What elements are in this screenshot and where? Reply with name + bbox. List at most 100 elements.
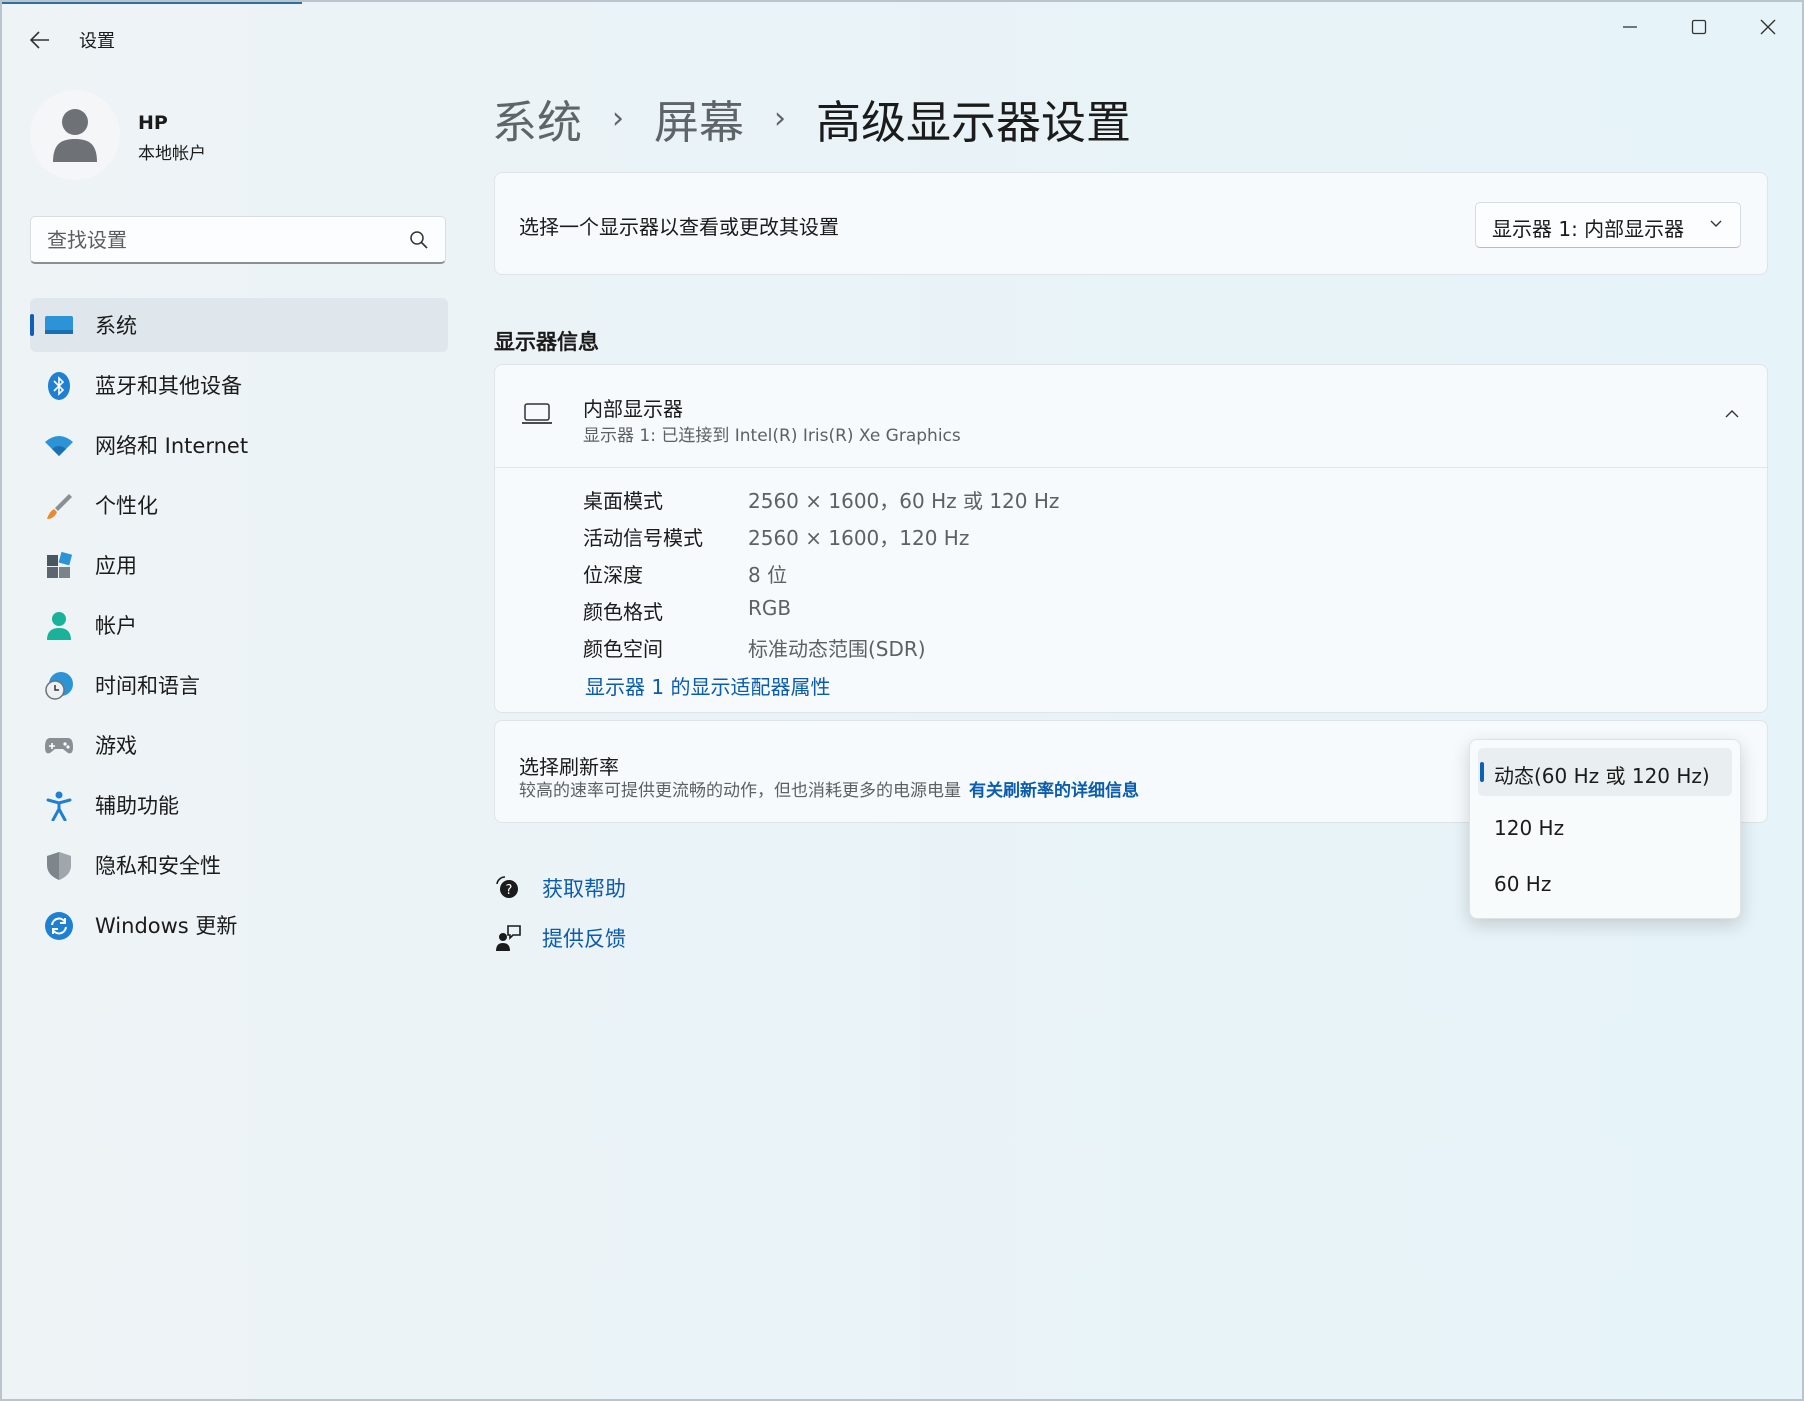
property-value: RGB <box>748 596 792 620</box>
display-select-card: 选择一个显示器以查看或更改其设置 显示器 1: 内部显示器 <box>494 172 1768 275</box>
breadcrumb: 系统 › 屏幕 › 高级显示器设置 <box>492 86 1131 151</box>
user-name: HP <box>138 112 168 134</box>
property-value: 2560 × 1600，60 Hz 或 120 Hz <box>748 489 1060 513</box>
avatar[interactable] <box>30 90 120 180</box>
search-icon[interactable] <box>409 230 429 250</box>
back-button[interactable] <box>22 22 58 58</box>
feedback-link[interactable]: 提供反馈 <box>492 920 626 956</box>
sidebar-item-system[interactable]: 系统 <box>30 298 448 352</box>
gamepad-icon <box>44 731 74 761</box>
settings-window: 设置 HP 本地帐户 系统 <box>0 0 1804 1401</box>
property-key: 颜色格式 <box>583 600 663 624</box>
sidebar-item-gaming[interactable]: 游戏 <box>30 718 448 772</box>
get-help-link[interactable]: ? 获取帮助 <box>492 870 626 906</box>
display-dropdown-value: 显示器 1: 内部显示器 <box>1492 217 1685 241</box>
display-properties: 桌面模式 2560 × 1600，60 Hz 或 120 Hz 活动信号模式 2… <box>583 485 1283 670</box>
refresh-option-60hz[interactable]: 60 Hz <box>1478 860 1732 908</box>
account-type: 本地帐户 <box>138 144 206 164</box>
apps-icon <box>44 551 74 581</box>
sidebar-item-label: 个性化 <box>95 494 158 518</box>
sidebar-nav: 系统 蓝牙和其他设备 网络和 Internet 个性化 应用 帐户 时间和语言 … <box>30 298 448 958</box>
account-icon <box>44 611 74 641</box>
back-arrow-icon <box>30 31 49 49</box>
sidebar-item-personalization[interactable]: 个性化 <box>30 478 448 532</box>
property-row: 桌面模式 2560 × 1600，60 Hz 或 120 Hz <box>583 485 1283 522</box>
option-label: 60 Hz <box>1494 872 1552 896</box>
maximize-button[interactable] <box>1669 10 1729 44</box>
monitor-icon <box>44 311 74 341</box>
sidebar-item-label: 系统 <box>95 314 137 338</box>
sidebar-item-apps[interactable]: 应用 <box>30 538 448 592</box>
refresh-rate-desc-text: 较高的速率可提供更流畅的动作，但也消耗更多的电源电量 <box>519 781 961 801</box>
refresh-rate-menu: 动态(60 Hz 或 120 Hz) 120 Hz 60 Hz <box>1469 739 1741 919</box>
sidebar-item-label: 游戏 <box>95 734 137 758</box>
property-row: 活动信号模式 2560 × 1600，120 Hz <box>583 522 1283 559</box>
accessibility-icon <box>44 791 74 821</box>
sidebar-item-label: 网络和 Internet <box>95 434 249 458</box>
display-info-card: 内部显示器 显示器 1: 已连接到 Intel(R) Iris(R) Xe Gr… <box>494 364 1768 713</box>
paintbrush-icon <box>44 491 74 521</box>
minimize-button[interactable] <box>1600 10 1660 44</box>
laptop-icon <box>522 403 552 424</box>
search-input[interactable] <box>45 227 389 253</box>
property-value: 标准动态范围(SDR) <box>748 637 926 661</box>
property-value: 8 位 <box>748 563 788 587</box>
svg-text:?: ? <box>506 883 513 898</box>
chevron-right-icon: › <box>612 101 625 136</box>
display-info-header[interactable]: 内部显示器 显示器 1: 已连接到 Intel(R) Iris(R) Xe Gr… <box>495 365 1767 468</box>
close-icon <box>1760 19 1776 35</box>
sidebar-item-time-language[interactable]: 时间和语言 <box>30 658 448 712</box>
display-dropdown[interactable]: 显示器 1: 内部显示器 <box>1475 202 1741 248</box>
sidebar-item-windows-update[interactable]: Windows 更新 <box>30 898 448 952</box>
sidebar-item-label: 辅助功能 <box>95 794 179 818</box>
chevron-down-icon <box>1710 220 1722 227</box>
property-row: 颜色空间 标准动态范围(SDR) <box>583 633 1283 670</box>
property-row: 颜色格式 RGB <box>583 596 1283 633</box>
sidebar-item-accounts[interactable]: 帐户 <box>30 598 448 652</box>
sidebar-item-label: 应用 <box>95 554 137 578</box>
display-select-label: 选择一个显示器以查看或更改其设置 <box>519 215 839 239</box>
option-label: 动态(60 Hz 或 120 Hz) <box>1494 764 1710 788</box>
time-language-icon <box>44 671 74 701</box>
update-icon <box>44 911 74 941</box>
sidebar-item-network[interactable]: 网络和 Internet <box>30 418 448 472</box>
property-key: 颜色空间 <box>583 637 663 661</box>
sidebar-item-accessibility[interactable]: 辅助功能 <box>30 778 448 832</box>
property-key: 活动信号模式 <box>583 526 703 550</box>
close-button[interactable] <box>1738 10 1798 44</box>
title-accent-line <box>2 2 302 4</box>
page-title: 高级显示器设置 <box>816 96 1132 149</box>
search-box[interactable] <box>30 216 446 264</box>
property-row: 位深度 8 位 <box>583 559 1283 596</box>
sidebar-item-label: Windows 更新 <box>95 914 238 938</box>
app-title: 设置 <box>79 31 115 52</box>
maximize-icon <box>1691 19 1707 35</box>
feedback-label: 提供反馈 <box>542 927 626 951</box>
property-key: 桌面模式 <box>583 489 663 513</box>
get-help-label: 获取帮助 <box>542 877 626 901</box>
help-chat-icon: ? <box>492 872 524 904</box>
sidebar-item-label: 时间和语言 <box>95 674 200 698</box>
feedback-icon <box>492 922 524 954</box>
minimize-icon <box>1623 26 1637 28</box>
shield-icon <box>44 851 74 881</box>
breadcrumb-item-display[interactable]: 屏幕 <box>654 86 744 151</box>
adapter-properties-link[interactable]: 显示器 1 的显示适配器属性 <box>585 671 830 700</box>
refresh-rate-description: 较高的速率可提供更流畅的动作，但也消耗更多的电源电量 有关刷新率的详细信息 <box>519 776 1139 801</box>
refresh-rate-info-link[interactable]: 有关刷新率的详细信息 <box>969 781 1139 801</box>
sidebar-item-bluetooth[interactable]: 蓝牙和其他设备 <box>30 358 448 412</box>
refresh-option-dynamic[interactable]: 动态(60 Hz 或 120 Hz) <box>1478 748 1732 796</box>
chevron-up-icon[interactable] <box>1723 405 1741 423</box>
bluetooth-icon <box>44 371 74 401</box>
section-heading: 显示器信息 <box>494 330 599 354</box>
breadcrumb-item-system[interactable]: 系统 <box>492 86 582 151</box>
chevron-right-icon: › <box>774 101 787 136</box>
wifi-icon <box>44 431 74 461</box>
display-name: 内部显示器 <box>583 397 683 421</box>
option-label: 120 Hz <box>1494 816 1565 840</box>
sidebar-item-label: 蓝牙和其他设备 <box>95 374 242 398</box>
refresh-option-120hz[interactable]: 120 Hz <box>1478 804 1732 852</box>
sidebar-item-privacy[interactable]: 隐私和安全性 <box>30 838 448 892</box>
property-key: 位深度 <box>583 563 643 587</box>
display-connection: 显示器 1: 已连接到 Intel(R) Iris(R) Xe Graphics <box>583 426 961 446</box>
